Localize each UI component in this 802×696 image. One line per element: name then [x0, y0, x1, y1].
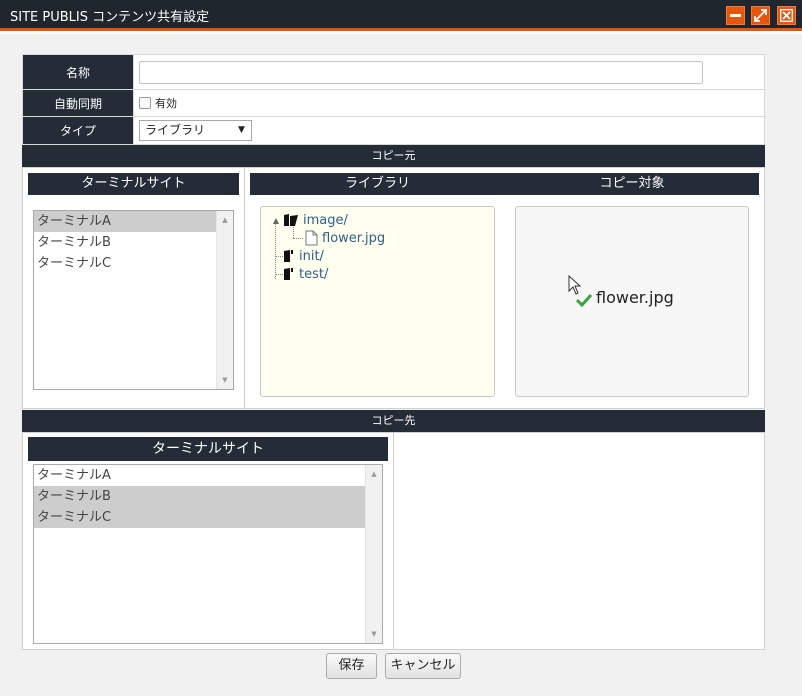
copy-target-dropzone[interactable]: flower.jpg	[515, 206, 749, 397]
folder-icon	[284, 268, 293, 280]
tree-folder-test-label[interactable]: test/	[299, 267, 328, 282]
destination-empty-panel	[393, 432, 765, 650]
tree-file-flower[interactable]: flower.jpg	[305, 229, 385, 247]
close-icon	[780, 9, 793, 22]
destination-section-title: コピー先	[22, 410, 765, 432]
window-titlebar: SITE PUBLIS コンテンツ共有設定	[0, 0, 802, 31]
library-tree: ▲ image/ flower.jpg init/ test/	[260, 206, 495, 397]
scroll-up-icon[interactable]: ▲	[366, 467, 382, 481]
save-button[interactable]: 保存	[326, 653, 377, 679]
auto-sync-checkbox[interactable]	[139, 97, 151, 109]
destination-terminal-header: ターミナルサイト	[28, 437, 388, 461]
dropdown-arrow-icon: ▼	[238, 125, 245, 135]
window-title: SITE PUBLIS コンテンツ共有設定	[10, 10, 210, 25]
scroll-down-icon[interactable]: ▼	[366, 627, 382, 641]
source-terminal-scrollbar[interactable]: ▲ ▼	[216, 211, 233, 389]
collapse-icon[interactable]: ▲	[269, 216, 283, 225]
cancel-button[interactable]: キャンセル	[385, 653, 461, 679]
destination-terminal-item-c[interactable]: ターミナルC	[34, 507, 365, 528]
minimize-icon	[730, 14, 741, 17]
settings-form: 名称 自動同期 有効 タイプ ライブラリ ▼	[22, 54, 765, 145]
close-button[interactable]	[777, 6, 796, 25]
copy-target-item[interactable]: flower.jpg	[576, 287, 674, 307]
library-header: ライブラリ	[250, 173, 505, 195]
source-section-title: コピー元	[22, 145, 765, 167]
destination-terminal-list[interactable]: ターミナルA ターミナルB ターミナルC ▲ ▼	[33, 464, 383, 644]
source-terminal-item-b[interactable]: ターミナルB	[34, 232, 216, 253]
source-terminal-list[interactable]: ターミナルA ターミナルB ターミナルC ▲ ▼	[33, 210, 234, 390]
destination-terminal-item-a[interactable]: ターミナルA	[34, 465, 365, 486]
expand-icon	[754, 9, 767, 22]
source-terminal-header: ターミナルサイト	[28, 173, 239, 195]
scroll-down-icon[interactable]: ▼	[217, 373, 233, 387]
maximize-button[interactable]	[751, 6, 770, 25]
tree-folder-test[interactable]: test/	[283, 265, 328, 283]
checkmark-icon	[576, 293, 592, 307]
destination-terminal-item-b[interactable]: ターミナルB	[34, 486, 365, 507]
open-folder-icon	[284, 214, 298, 226]
minimize-button[interactable]	[726, 6, 745, 25]
tree-folder-image[interactable]: ▲ image/	[269, 211, 348, 229]
copy-target-item-label: flower.jpg	[596, 287, 674, 307]
tree-file-flower-label[interactable]: flower.jpg	[322, 231, 385, 246]
type-select[interactable]: ライブラリ ▼	[139, 120, 252, 141]
folder-icon	[284, 250, 293, 262]
tree-folder-init-label[interactable]: init/	[299, 249, 324, 264]
name-label: 名称	[22, 54, 134, 90]
type-label: タイプ	[22, 116, 134, 145]
destination-terminal-scrollbar[interactable]: ▲ ▼	[365, 465, 382, 643]
scroll-up-icon[interactable]: ▲	[217, 213, 233, 227]
file-icon	[305, 230, 318, 246]
name-input[interactable]	[139, 60, 703, 84]
source-terminal-item-c[interactable]: ターミナルC	[34, 253, 216, 274]
source-terminal-item-a[interactable]: ターミナルA	[34, 211, 216, 232]
copy-target-header: コピー対象	[505, 173, 759, 195]
type-select-value: ライブラリ	[145, 123, 206, 137]
auto-sync-checkbox-label[interactable]: 有効	[155, 95, 177, 111]
tree-folder-image-label[interactable]: image/	[303, 213, 348, 228]
tree-folder-init[interactable]: init/	[283, 247, 324, 265]
auto-sync-label: 自動同期	[22, 89, 134, 117]
